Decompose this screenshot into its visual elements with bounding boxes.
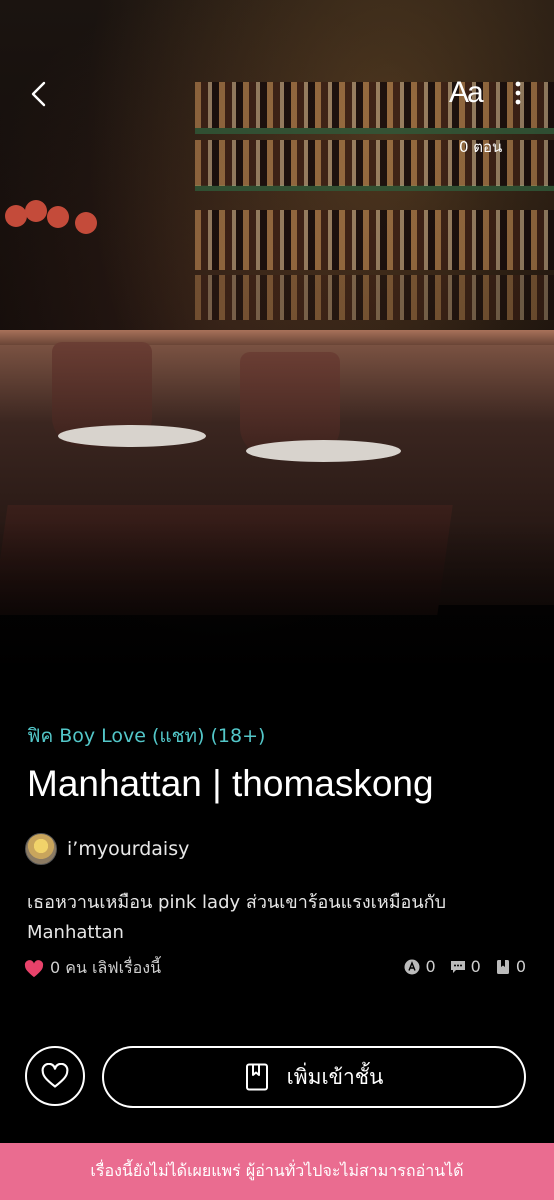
book-icon bbox=[245, 1063, 268, 1091]
banner-text: เรื่องนี้ยังไม่ได้เผยแพร่ ผู้อ่านทั่วไปจ… bbox=[90, 1161, 464, 1180]
bookmark-stat: 0 bbox=[495, 957, 526, 976]
reader-icon bbox=[404, 959, 420, 974]
comment-count: 0 bbox=[470, 957, 481, 976]
episode-count: 0 ตอน bbox=[459, 138, 503, 156]
back-button[interactable] bbox=[26, 80, 54, 108]
bookmark-icon bbox=[496, 959, 509, 974]
author-name[interactable]: i’myourdaisy bbox=[67, 838, 189, 860]
unpublished-banner: เรื่องนี้ยังไม่ได้เผยแพร่ ผู้อ่านทั่วไปจ… bbox=[0, 1143, 554, 1200]
comment-stat: 0 bbox=[450, 957, 481, 976]
more-options-button[interactable] bbox=[508, 80, 528, 110]
comment-icon bbox=[450, 960, 465, 973]
likes-info: 0 คน เลิฟเรื่องนี้ bbox=[24, 956, 161, 981]
story-title: Manhattan | thomaskong bbox=[27, 763, 434, 804]
font-size-label: Aa bbox=[449, 76, 484, 109]
heart-outline-icon bbox=[41, 1063, 69, 1088]
heart-icon bbox=[24, 959, 44, 977]
vertical-dots-icon bbox=[515, 81, 521, 105]
likes-text: 0 คน เลิฟเรื่องนี้ bbox=[50, 958, 162, 977]
reader-stat: 0 bbox=[404, 957, 436, 976]
add-to-shelf-button[interactable]: เพิ่มเข้าชั้น bbox=[102, 1046, 526, 1108]
reader-count: 0 bbox=[425, 957, 436, 976]
story-description: เธอหวานเหมือน pink lady ส่วนเขาร้อนแรงเห… bbox=[27, 892, 446, 943]
genre-label[interactable]: ฟิค Boy Love (แชท) (18+) bbox=[27, 721, 265, 751]
add-to-shelf-label: เพิ่มเข้าชั้น bbox=[286, 1064, 384, 1089]
favorite-button[interactable] bbox=[25, 1046, 85, 1106]
story-stats: 0 0 0 bbox=[404, 957, 526, 976]
chevron-left-icon bbox=[31, 81, 46, 107]
author-avatar[interactable] bbox=[25, 833, 57, 865]
font-size-button[interactable]: Aa bbox=[449, 76, 484, 110]
bookmark-count: 0 bbox=[515, 957, 526, 976]
